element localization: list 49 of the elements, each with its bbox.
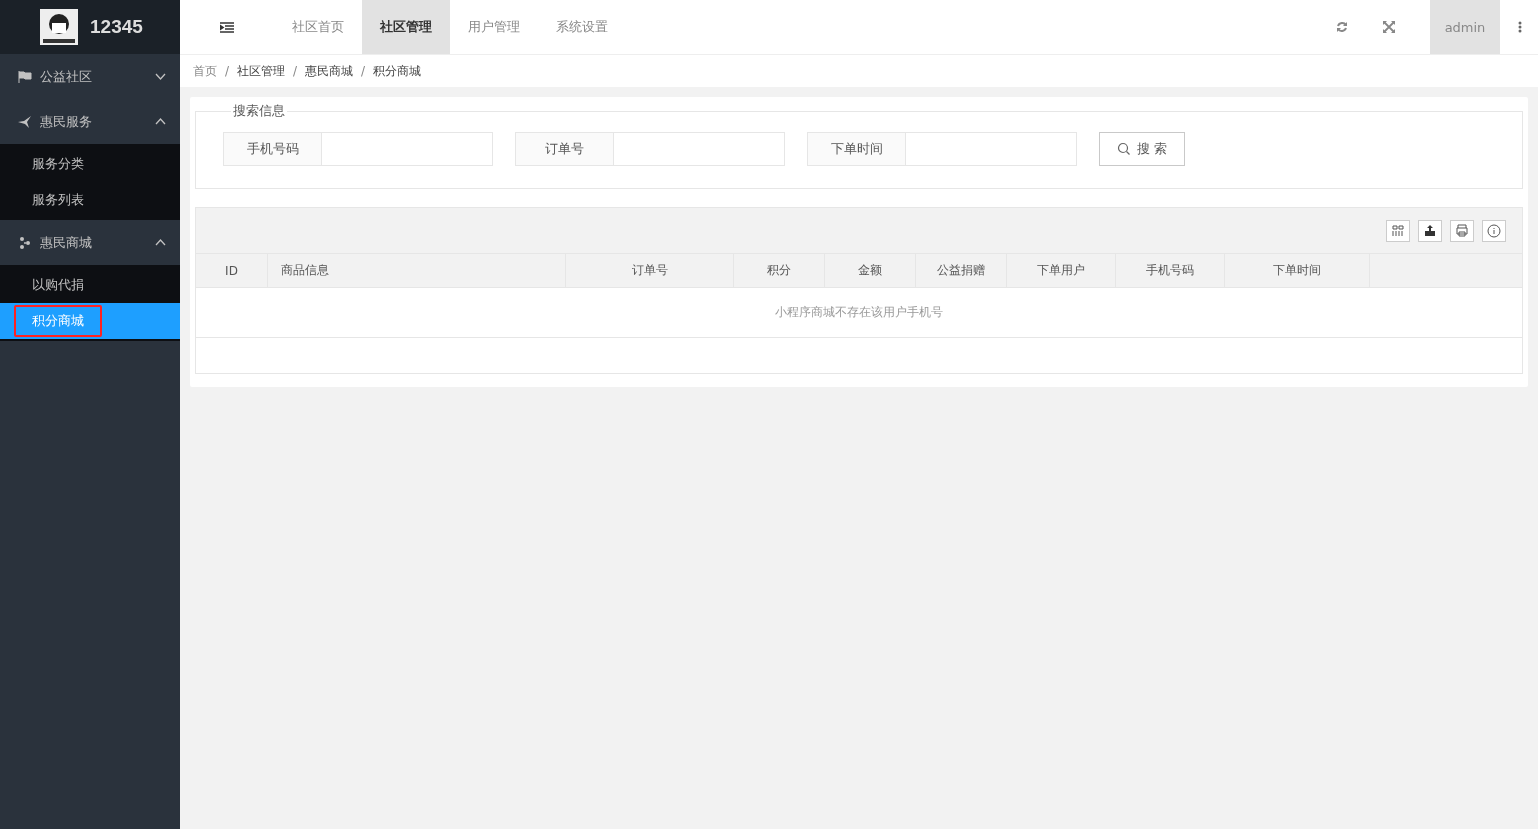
sidebar-item[interactable]: 服务列表 bbox=[0, 182, 180, 218]
sidebar-item[interactable]: 服务分类 bbox=[0, 146, 180, 182]
empty-message: 小程序商城不存在该用户手机号 bbox=[775, 304, 943, 321]
nav-tab[interactable]: 系统设置 bbox=[538, 0, 626, 54]
search-field[interactable]: 订单号 bbox=[515, 132, 785, 166]
columns-icon[interactable] bbox=[1386, 219, 1410, 242]
search-button[interactable]: 搜 索 bbox=[1099, 132, 1185, 166]
column-header: 手机号码 bbox=[1116, 254, 1225, 287]
nav-tab[interactable]: 用户管理 bbox=[450, 0, 538, 54]
sidebar-item[interactable]: 以购代捐 bbox=[0, 267, 180, 303]
flower-icon bbox=[18, 236, 32, 249]
breadcrumb-link[interactable]: 社区管理 bbox=[237, 62, 286, 80]
column-header: ID bbox=[196, 254, 268, 287]
column-header: 积分 bbox=[734, 254, 825, 287]
bird-icon bbox=[18, 115, 32, 128]
breadcrumb-separator: / bbox=[361, 64, 366, 78]
sidebar-group[interactable]: 惠民商城 bbox=[0, 220, 180, 265]
export-icon[interactable] bbox=[1418, 219, 1442, 242]
column-header: 商品信息 bbox=[268, 254, 566, 287]
breadcrumb-link[interactable]: 积分商城 bbox=[373, 62, 422, 80]
fieldset-legend: 搜索信息 bbox=[231, 102, 287, 120]
chevron-icon bbox=[155, 118, 166, 125]
avatar-icon bbox=[40, 9, 78, 45]
breadcrumb-separator: / bbox=[293, 64, 298, 78]
search-field[interactable]: 手机号码 bbox=[223, 132, 493, 166]
breadcrumb-separator: / bbox=[225, 64, 230, 78]
nav-tab[interactable]: 社区首页 bbox=[274, 0, 362, 54]
more-icon[interactable] bbox=[1518, 21, 1522, 33]
search-field[interactable]: 下单时间 bbox=[807, 132, 1077, 166]
breadcrumb-link[interactable]: 首页 bbox=[193, 62, 217, 80]
app-title: 12345 bbox=[90, 16, 143, 38]
column-header: 订单号 bbox=[566, 254, 734, 287]
search-icon bbox=[1116, 142, 1131, 156]
print-icon[interactable] bbox=[1450, 219, 1474, 242]
column-header: 金额 bbox=[825, 254, 916, 287]
column-header: 下单时间 bbox=[1225, 254, 1370, 287]
sidebar-group[interactable]: 惠民服务 bbox=[0, 99, 180, 144]
chevron-icon bbox=[155, 73, 166, 80]
refresh-icon[interactable] bbox=[1336, 21, 1348, 33]
column-header: 下单用户 bbox=[1007, 254, 1116, 287]
flag-icon bbox=[18, 70, 32, 83]
chevron-icon bbox=[155, 239, 166, 246]
menu-icon[interactable] bbox=[220, 21, 234, 33]
nav-tab[interactable]: 社区管理 bbox=[362, 0, 450, 54]
breadcrumb-link[interactable]: 惠民商城 bbox=[305, 62, 354, 80]
info-icon[interactable] bbox=[1482, 219, 1506, 242]
sidebar-group[interactable]: 公益社区 bbox=[0, 54, 180, 99]
column-header: 公益捐赠 bbox=[916, 254, 1007, 287]
fullscreen-icon[interactable] bbox=[1383, 21, 1395, 33]
